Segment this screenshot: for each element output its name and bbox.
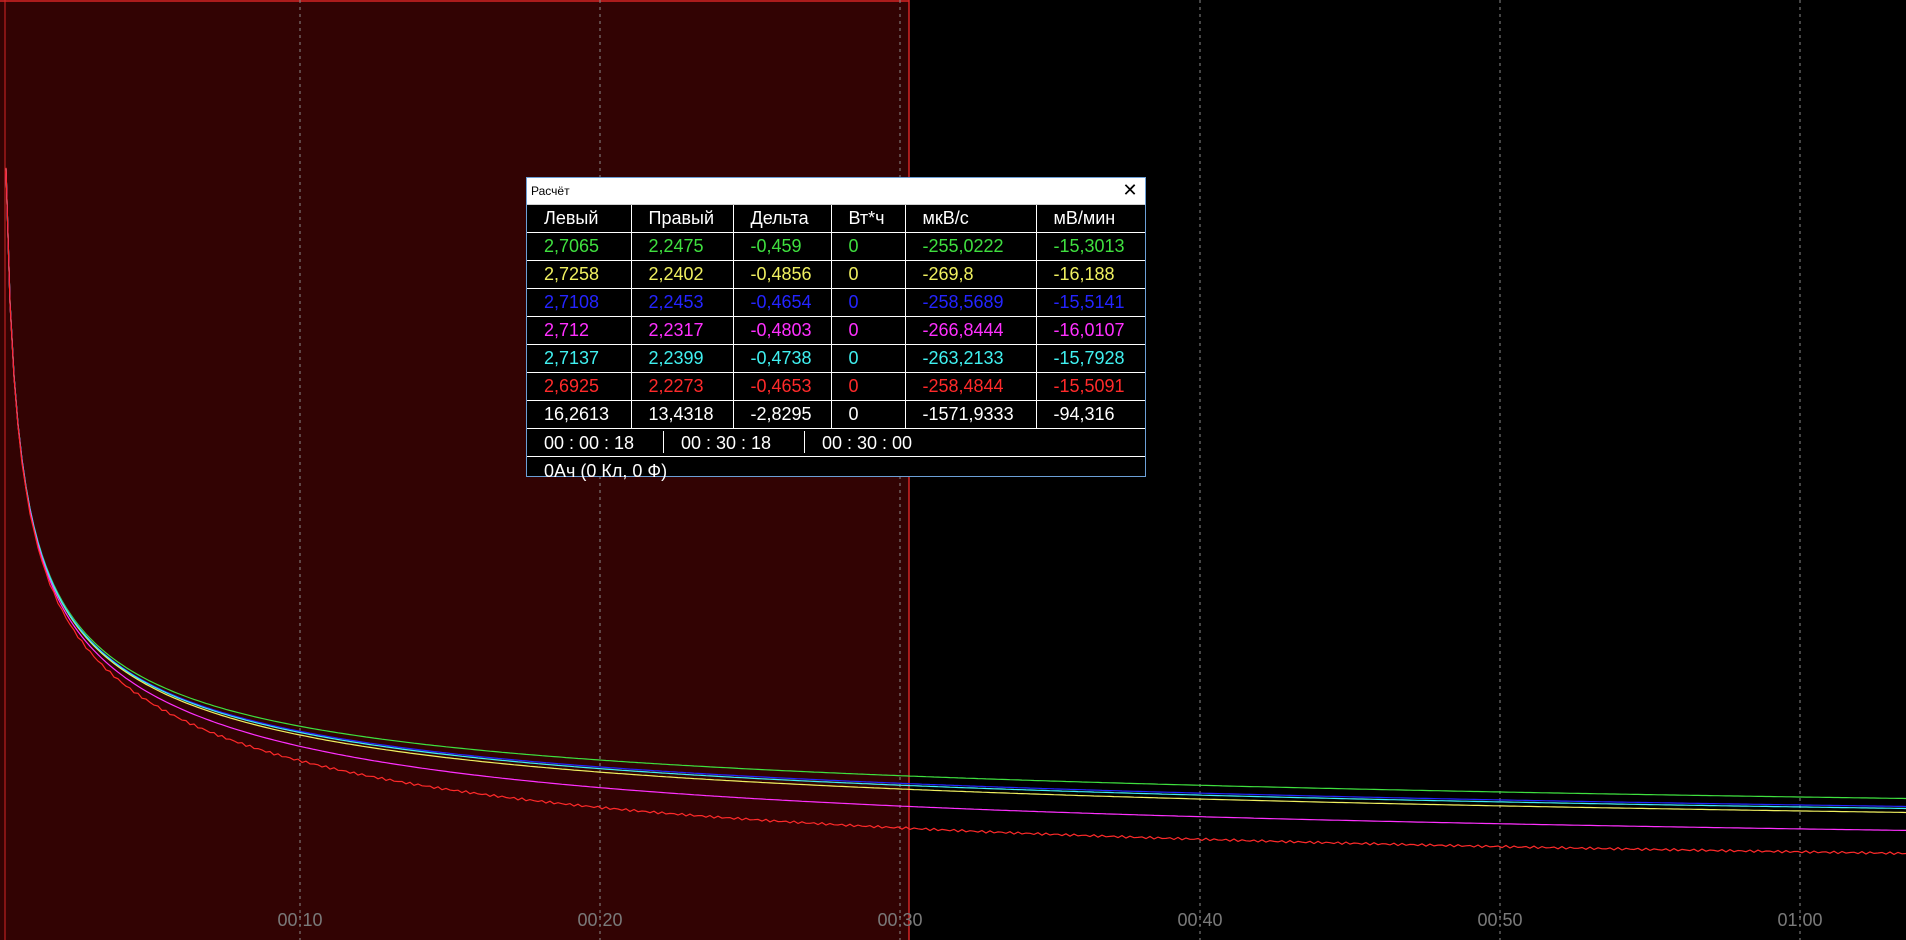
value-right: 2,2399: [631, 344, 734, 373]
value-uv-per-s: -269,8: [905, 260, 1037, 289]
value-delta: -0,4738: [733, 344, 832, 373]
value-left: 2,7137: [527, 344, 632, 373]
x-tick-label: 00:40: [1177, 910, 1222, 930]
value-uv-per-s: -258,5689: [905, 288, 1037, 317]
header-wh: Вт*ч: [831, 205, 906, 233]
table-header-row: Левый Правый Дельта Вт*ч мкВ/с мВ/мин: [527, 205, 1145, 233]
value-delta: -0,4653: [733, 372, 832, 401]
value-right: 2,2317: [631, 316, 734, 345]
value-delta: -0,459: [733, 232, 832, 261]
value-right: 2,2453: [631, 288, 734, 317]
header-delta: Дельта: [733, 205, 832, 233]
times-divider: [663, 431, 664, 453]
value-mv-per-min: -15,3013: [1036, 232, 1145, 261]
value-uv-per-s: -255,0222: [905, 232, 1037, 261]
times-row: 00 : 00 : 18 00 : 30 : 18 00 : 30 : 00: [527, 429, 1145, 457]
value-right: 2,2402: [631, 260, 734, 289]
value-mv-per-min: -15,5141: [1036, 288, 1145, 317]
value-wh: 0: [831, 344, 906, 373]
calculation-table: Левый Правый Дельта Вт*ч мкВ/с мВ/мин 2,…: [527, 205, 1145, 429]
table-row: 2,7258 2,2402 -0,4856 0 -269,8 -16,188: [527, 260, 1145, 289]
value-delta: -0,4856: [733, 260, 832, 289]
table-row: 2,6925 2,2273 -0,4653 0 -258,4844 -15,5091: [527, 372, 1145, 401]
value-left: 2,7108: [527, 288, 632, 317]
value-delta: -0,4654: [733, 288, 832, 317]
time-left: 00 : 00 : 18: [544, 433, 635, 453]
table-row: 16,2613 13,4318 -2,8295 0 -1571,9333 -94,316: [527, 400, 1145, 429]
calculation-window-titlebar[interactable]: Расчёт ✕: [527, 178, 1145, 205]
time-right: 00 : 30 : 18: [681, 433, 772, 453]
value-right: 2,2475: [631, 232, 734, 261]
value-wh: 0: [831, 288, 906, 317]
header-mv-per-min: мВ/мин: [1036, 205, 1145, 233]
value-delta: -0,4803: [733, 316, 832, 345]
value-left: 2,6925: [527, 372, 632, 401]
x-tick-label: 01:00: [1777, 910, 1822, 930]
value-wh: 0: [831, 260, 906, 289]
x-tick-label: 00:10: [277, 910, 322, 930]
value-mv-per-min: -15,5091: [1036, 372, 1145, 401]
value-left: 2,7065: [527, 232, 632, 261]
header-uv-per-s: мкВ/с: [905, 205, 1037, 233]
x-tick-label: 00:20: [577, 910, 622, 930]
x-tick-label: 00:30: [877, 910, 922, 930]
calculation-window[interactable]: Расчёт ✕ Левый Правый Дельта Вт*ч мкВ/с …: [526, 177, 1146, 481]
value-wh: 0: [831, 316, 906, 345]
table-row: 2,712 2,2317 -0,4803 0 -266,8444 -16,0107: [527, 316, 1145, 345]
value-mv-per-min: -16,188: [1036, 260, 1145, 289]
value-uv-per-s: -258,4844: [905, 372, 1037, 401]
value-mv-per-min: -94,316: [1036, 400, 1145, 429]
value-left: 2,7258: [527, 260, 632, 289]
value-uv-per-s: -263,2133: [905, 344, 1037, 373]
header-right: Правый: [631, 205, 734, 233]
value-left: 2,712: [527, 316, 632, 345]
time-delta: 00 : 30 : 00: [822, 433, 913, 453]
table-row: 2,7065 2,2475 -0,459 0 -255,0222 -15,3013: [527, 232, 1145, 261]
value-right: 2,2273: [631, 372, 734, 401]
charge-value: 0Ач (0 Кл, 0 Ф): [544, 461, 668, 481]
x-tick-label: 00:50: [1477, 910, 1522, 930]
value-mv-per-min: -16,0107: [1036, 316, 1145, 345]
value-mv-per-min: -15,7928: [1036, 344, 1145, 373]
value-uv-per-s: -1571,9333: [905, 400, 1037, 429]
value-right: 13,4318: [631, 400, 734, 429]
value-uv-per-s: -266,8444: [905, 316, 1037, 345]
header-left: Левый: [527, 205, 632, 233]
table-row: 2,7137 2,2399 -0,4738 0 -263,2133 -15,7928: [527, 344, 1145, 373]
charge-row: 0Ач (0 Кл, 0 Ф): [527, 457, 1145, 484]
value-left: 16,2613: [527, 400, 632, 429]
value-delta: -2,8295: [733, 400, 832, 429]
times-divider: [804, 431, 805, 453]
close-icon[interactable]: ✕: [1115, 178, 1145, 204]
value-wh: 0: [831, 400, 906, 429]
table-row: 2,7108 2,2453 -0,4654 0 -258,5689 -15,5141: [527, 288, 1145, 317]
calculation-window-title: Расчёт: [531, 184, 570, 198]
value-wh: 0: [831, 232, 906, 261]
value-wh: 0: [831, 372, 906, 401]
